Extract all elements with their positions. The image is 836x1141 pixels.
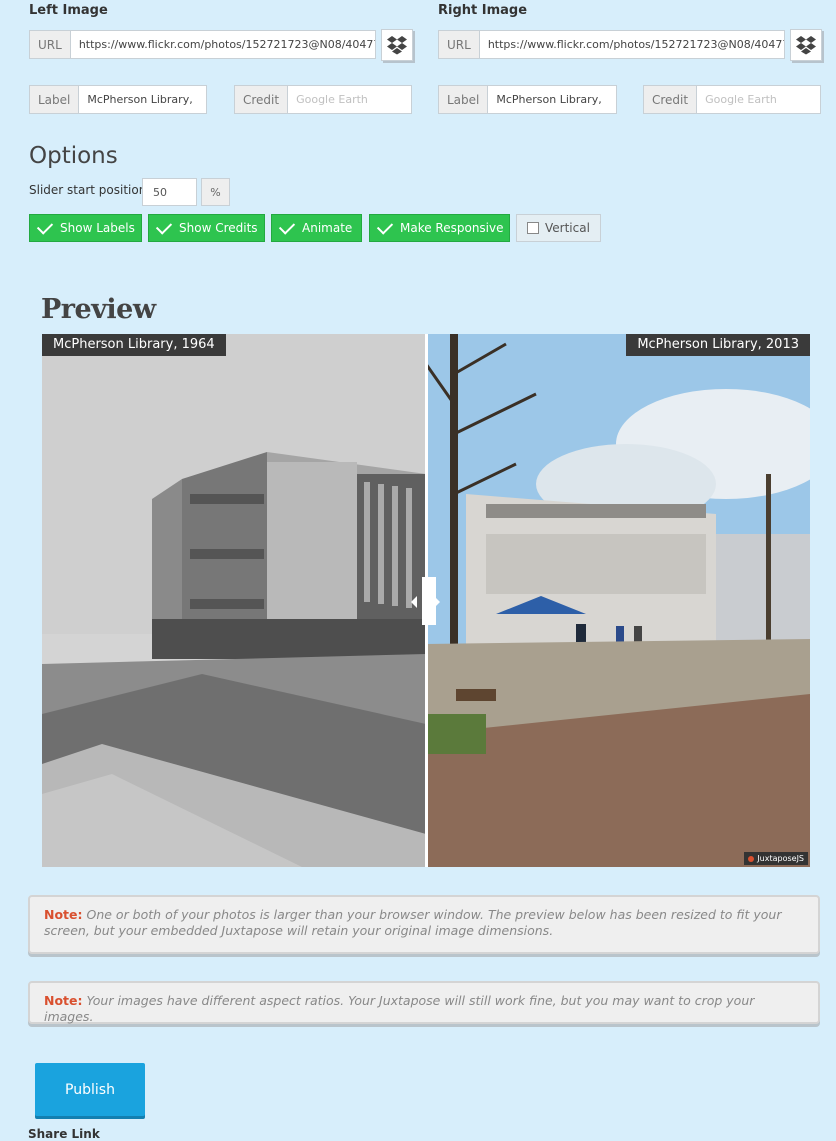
right-url-addon: URL	[439, 31, 480, 58]
right-image	[426, 334, 810, 867]
dropbox-icon	[387, 36, 407, 55]
arrow-left-icon	[411, 596, 417, 608]
slider-start-input[interactable]: 50	[142, 178, 197, 206]
checkmark-icon	[376, 217, 394, 235]
left-credit-input[interactable]: Google Earth	[288, 86, 411, 113]
note-text: Your images have different aspect ratios…	[44, 993, 755, 1024]
toggle-label: Vertical	[545, 221, 590, 235]
left-label-input[interactable]: McPherson Library,	[79, 86, 206, 113]
left-url-addon: URL	[30, 31, 71, 58]
checkbox-empty-icon	[527, 222, 539, 234]
right-label-input[interactable]: McPherson Library,	[488, 86, 616, 113]
arrow-right-icon	[434, 596, 440, 608]
toggle-animate[interactable]: Animate	[271, 214, 362, 242]
checkmark-icon	[155, 217, 173, 235]
note-aspect-warning: Note: Your images have different aspect …	[28, 981, 820, 1024]
dropbox-icon	[796, 36, 816, 55]
options-title: Options	[29, 143, 118, 169]
right-label-addon: Label	[439, 86, 489, 113]
slider-start-label: Slider start position	[29, 183, 147, 197]
share-link-label: Share Link	[28, 1127, 100, 1141]
right-url-field[interactable]: URL https://www.flickr.com/photos/152721…	[438, 30, 785, 59]
note-prefix: Note:	[44, 907, 83, 922]
right-dropbox-button[interactable]	[790, 29, 822, 61]
right-credit-addon: Credit	[644, 86, 698, 113]
toggle-show-labels[interactable]: Show Labels	[29, 214, 142, 242]
left-label-field[interactable]: Label McPherson Library,	[29, 85, 207, 114]
right-url-input[interactable]: https://www.flickr.com/photos/152721723@…	[480, 31, 784, 58]
note-text: One or both of your photos is larger tha…	[44, 907, 782, 938]
right-image-title: Right Image	[438, 3, 528, 18]
left-credit-field[interactable]: Credit Google Earth	[234, 85, 412, 114]
right-credit-field[interactable]: Credit Google Earth	[643, 85, 821, 114]
toggle-label: Show Labels	[60, 221, 135, 235]
note-prefix: Note:	[44, 993, 83, 1008]
left-image-label: McPherson Library, 1964	[42, 334, 226, 356]
toggle-vertical[interactable]: Vertical	[516, 214, 601, 242]
publish-button[interactable]: Publish	[35, 1063, 145, 1116]
toggle-label: Show Credits	[179, 221, 258, 235]
checkmark-icon	[278, 217, 296, 235]
juxtapose-preview[interactable]: McPherson Library, 1964 McPherson Librar…	[42, 334, 810, 867]
juxtapose-logo-icon	[748, 855, 755, 862]
right-label-field[interactable]: Label McPherson Library,	[438, 85, 617, 114]
toggle-make-responsive[interactable]: Make Responsive	[369, 214, 510, 242]
left-label-addon: Label	[30, 86, 80, 113]
credit-badge-text: JuxtaposeJS	[757, 854, 804, 863]
checkmark-icon	[36, 217, 54, 235]
left-credit-addon: Credit	[235, 86, 289, 113]
juxtapose-credit-badge[interactable]: JuxtaposeJS	[744, 852, 808, 865]
toggle-show-credits[interactable]: Show Credits	[148, 214, 265, 242]
toggle-label: Make Responsive	[400, 221, 504, 235]
preview-title: Preview	[41, 294, 156, 325]
left-image	[42, 334, 426, 867]
left-dropbox-button[interactable]	[381, 29, 413, 61]
toggle-label: Animate	[302, 221, 353, 235]
note-size-warning: Note: One or both of your photos is larg…	[28, 895, 820, 954]
slider-unit-addon: %	[201, 178, 230, 206]
left-image-title: Left Image	[29, 3, 108, 18]
left-url-input[interactable]: https://www.flickr.com/photos/152721723@…	[71, 31, 375, 58]
right-credit-input[interactable]: Google Earth	[697, 86, 820, 113]
left-url-field[interactable]: URL https://www.flickr.com/photos/152721…	[29, 30, 376, 59]
right-image-label: McPherson Library, 2013	[626, 334, 810, 356]
